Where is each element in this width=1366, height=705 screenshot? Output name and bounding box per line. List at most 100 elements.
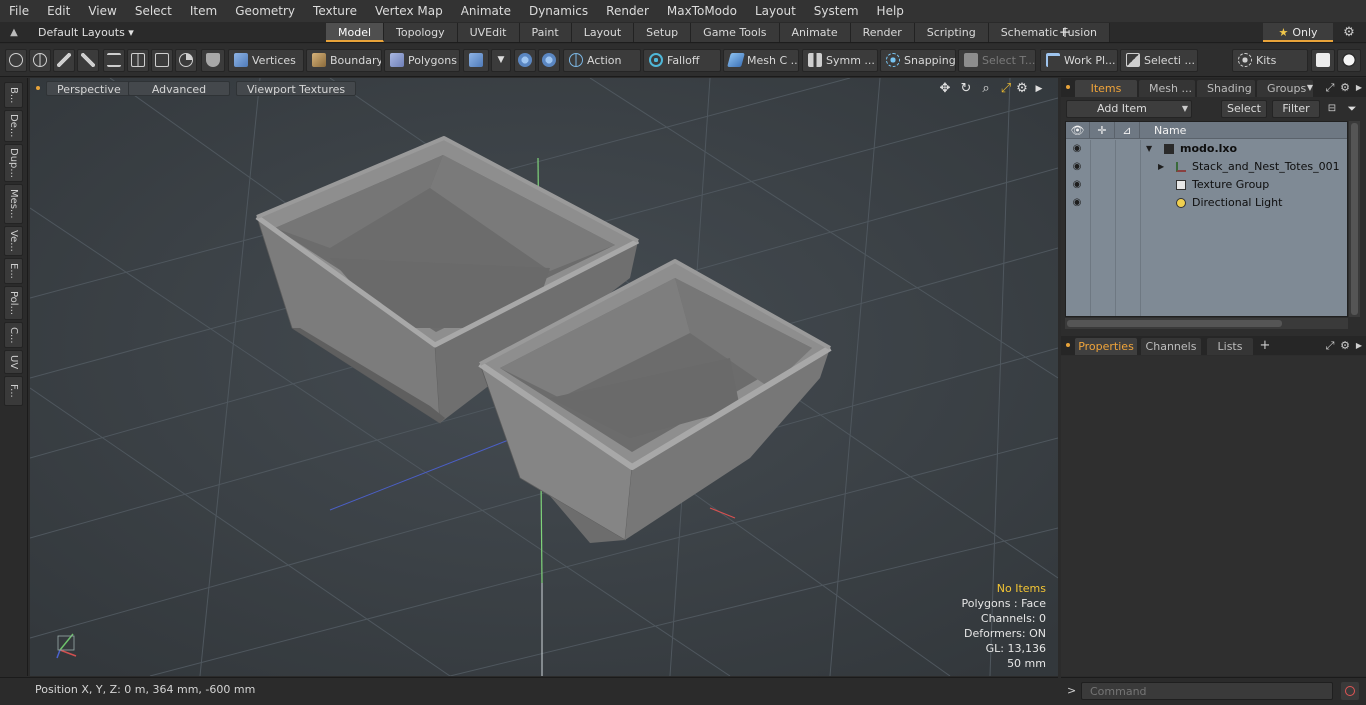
vtab-basic[interactable]: B...	[4, 82, 23, 108]
vtab-deform[interactable]: De...	[4, 110, 23, 142]
brush-button[interactable]	[77, 49, 99, 72]
collapse-icon[interactable]: ⊟	[1324, 101, 1340, 117]
menu-layout[interactable]: Layout	[746, 0, 805, 22]
menu-file[interactable]: File	[0, 0, 38, 22]
items-vertical-scrollbar[interactable]	[1349, 121, 1360, 317]
shield-button[interactable]	[201, 49, 225, 72]
tab-topology[interactable]: Topology	[384, 23, 458, 42]
falloff-button[interactable]: Falloff	[643, 49, 721, 72]
item-row-scene[interactable]: ◉ ▼ modo.lxo	[1066, 140, 1347, 158]
rotate-icon[interactable]: ↻	[958, 81, 974, 97]
pie-button[interactable]	[175, 49, 197, 72]
tab-paint[interactable]: Paint	[519, 23, 572, 42]
snapping-button[interactable]: Snapping	[880, 49, 956, 72]
render-column-icon[interactable]: ⊿	[1115, 122, 1140, 139]
visibility-eye-icon[interactable]: ◉	[1070, 179, 1084, 191]
menu-vertex-map[interactable]: Vertex Map	[366, 0, 452, 22]
view-eye-button[interactable]	[514, 49, 536, 72]
tab-mesh[interactable]: Mesh ...	[1139, 80, 1195, 97]
funnel-icon[interactable]: ⏷	[1344, 101, 1360, 117]
perspective-view-tab[interactable]: Perspective	[46, 81, 132, 96]
add-tab-icon[interactable]: +	[1258, 338, 1272, 353]
expand-properties-icon[interactable]: ⤢	[1323, 338, 1337, 353]
tab-items[interactable]: Items	[1075, 80, 1137, 97]
menu-geometry[interactable]: Geometry	[226, 0, 304, 22]
maximize-icon[interactable]: ⤢	[998, 81, 1014, 97]
polygons-button[interactable]: Polygons	[384, 49, 460, 72]
pan-icon[interactable]: ✥	[937, 81, 953, 97]
grid-button[interactable]	[127, 49, 149, 72]
name-column-header[interactable]: Name	[1140, 122, 1347, 139]
align-button[interactable]	[103, 49, 125, 72]
menu-view[interactable]: View	[79, 0, 125, 22]
vertices-button[interactable]: Vertices	[228, 49, 304, 72]
vtab-uv[interactable]: UV	[4, 350, 23, 374]
symmetry-button[interactable]: Symm ...	[802, 49, 878, 72]
layout-pin-icon[interactable]: ▲	[6, 25, 22, 40]
item-row-mesh[interactable]: ◉ ▶ Stack_and_Nest_Totes_001	[1066, 158, 1347, 176]
properties-gear-icon[interactable]: ⚙	[1338, 338, 1352, 353]
lock-column-icon[interactable]: ✛	[1090, 122, 1115, 139]
vtab-edge[interactable]: E...	[4, 258, 23, 284]
viewport-textures-tab[interactable]: Viewport Textures	[236, 81, 357, 96]
vtab-polygon[interactable]: Pol...	[4, 286, 23, 320]
properties-menu-icon[interactable]: ▶	[1352, 338, 1366, 353]
unity-button[interactable]	[1311, 49, 1335, 72]
visibility-eye-icon[interactable]: ◉	[1070, 197, 1084, 209]
menu-texture[interactable]: Texture	[304, 0, 366, 22]
menu-render[interactable]: Render	[597, 0, 658, 22]
item-row-directional-light[interactable]: ◉ Directional Light	[1066, 194, 1347, 212]
expand-arrow-icon[interactable]: ▼	[1146, 140, 1152, 158]
only-button[interactable]: ★ Only	[1263, 23, 1333, 42]
zoom-icon[interactable]: ⌕	[978, 81, 994, 97]
tab-channels[interactable]: Channels	[1141, 338, 1201, 355]
action-center-button[interactable]: Action	[563, 49, 641, 72]
advanced-shading-tab[interactable]: Advanced	[128, 81, 230, 96]
visibility-eye-icon[interactable]: ◉	[1070, 161, 1084, 173]
tab-properties[interactable]: Properties	[1075, 338, 1137, 355]
tab-game-tools[interactable]: Game Tools	[691, 23, 780, 42]
add-layout-icon[interactable]: +	[1056, 23, 1074, 42]
tab-model[interactable]: Model	[326, 23, 385, 42]
add-item-button[interactable]: Add Item ▼	[1066, 100, 1192, 118]
item-mode-button[interactable]	[463, 49, 489, 72]
viewport-scene[interactable]	[30, 78, 1058, 676]
view-eye-alt-button[interactable]	[538, 49, 560, 72]
menu-animate[interactable]: Animate	[452, 0, 520, 22]
pen-button[interactable]	[53, 49, 75, 72]
layout-preset-dropdown[interactable]: Default Layouts ▾	[30, 24, 142, 41]
vtab-fusion[interactable]: F...	[4, 376, 23, 406]
viewport-menu-arrow-icon[interactable]: ▶	[1031, 81, 1047, 97]
expand-panel-icon[interactable]: ⤢	[1323, 80, 1337, 95]
visibility-eye-icon[interactable]: ◉	[1070, 143, 1084, 155]
item-row-texture-group[interactable]: ◉ Texture Group	[1066, 176, 1347, 194]
command-input[interactable]	[1081, 682, 1333, 700]
globe-button[interactable]	[29, 49, 51, 72]
vtab-duplicate[interactable]: Dup...	[4, 144, 23, 182]
kits-button[interactable]: Kits	[1232, 49, 1308, 72]
tab-render[interactable]: Render	[850, 23, 915, 42]
tab-scripting[interactable]: Scripting	[914, 23, 989, 42]
tab-layout[interactable]: Layout	[571, 23, 635, 42]
menu-help[interactable]: Help	[868, 0, 913, 22]
menu-select[interactable]: Select	[126, 0, 181, 22]
tab-uvedit[interactable]: UVEdit	[457, 23, 520, 42]
menu-maxtomodo[interactable]: MaxToModo	[658, 0, 746, 22]
menu-edit[interactable]: Edit	[38, 0, 79, 22]
collapse-arrow-icon[interactable]: ▶	[1158, 158, 1164, 176]
menu-system[interactable]: System	[805, 0, 868, 22]
record-icon[interactable]	[1341, 682, 1359, 700]
tab-shading[interactable]: Shading	[1197, 80, 1255, 97]
vtab-vertex[interactable]: Ve...	[4, 226, 23, 256]
panel-gear-icon[interactable]: ⚙	[1338, 80, 1352, 95]
tab-lists[interactable]: Lists	[1207, 338, 1253, 355]
mesh-constraint-button[interactable]: Mesh C ...	[723, 49, 799, 72]
filter-button[interactable]: Filter	[1272, 100, 1320, 118]
vtab-mesh-edit[interactable]: Mes...	[4, 184, 23, 224]
select-through-button[interactable]: Select T...	[958, 49, 1036, 72]
select-mode-button[interactable]	[5, 49, 27, 72]
menu-dynamics[interactable]: Dynamics	[520, 0, 597, 22]
viewport-gear-icon[interactable]: ⚙	[1014, 81, 1030, 97]
unreal-button[interactable]	[1337, 49, 1361, 72]
item-mode-dropdown[interactable]: ▼	[491, 49, 511, 72]
